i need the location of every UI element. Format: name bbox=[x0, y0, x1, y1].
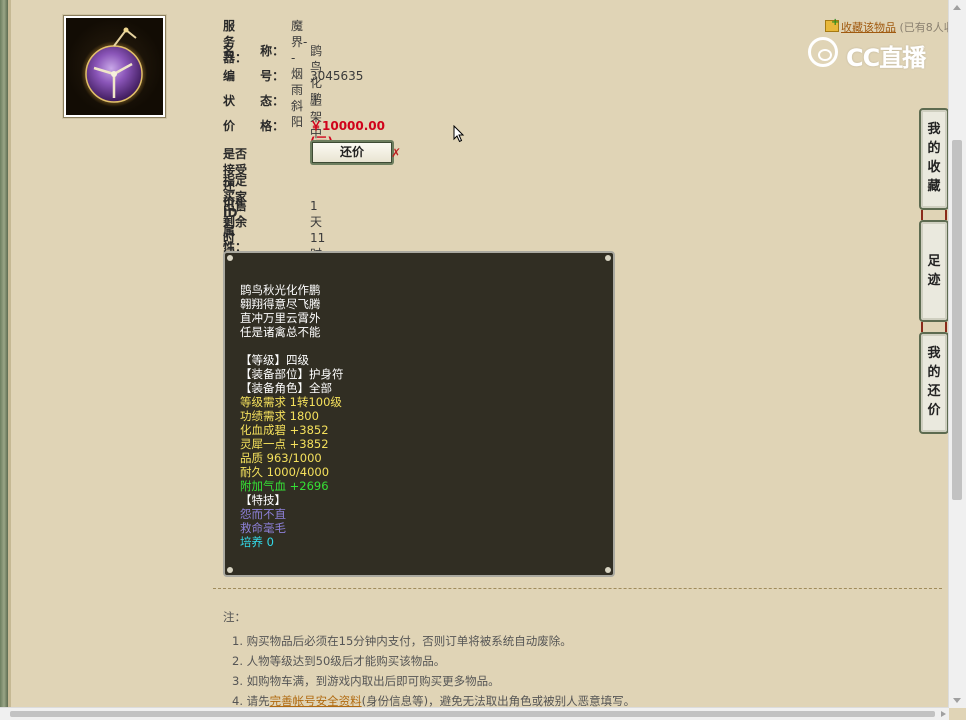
cc-logo-icon bbox=[808, 37, 838, 67]
bargain-button[interactable]: 还价 bbox=[310, 140, 394, 165]
mouse-cursor-icon bbox=[453, 125, 465, 143]
attribute-line: 耐久 1000/4000 bbox=[240, 465, 330, 479]
watermark-text: CC直播 bbox=[846, 44, 926, 72]
attribute-line: 等级需求 1转100级 bbox=[240, 395, 342, 409]
side-tab-label: 足迹 bbox=[927, 254, 941, 288]
attribute-line: 怨而不直 bbox=[240, 507, 286, 521]
attribute-line: 灵犀一点 +3852 bbox=[240, 437, 329, 451]
favorite-area: 收藏该物品 (已有8人收藏 bbox=[825, 17, 966, 35]
item-image-frame bbox=[63, 15, 166, 118]
bargain-close-icon[interactable]: ✗ bbox=[391, 146, 401, 160]
side-tab-my-bargains[interactable]: 我的还价 bbox=[919, 332, 949, 434]
attribute-line: 【装备部位】护身符 bbox=[240, 367, 344, 381]
attribute-line: 【特技】 bbox=[240, 493, 286, 507]
left-decorative-border-inner bbox=[8, 0, 11, 708]
attribute-line bbox=[240, 339, 344, 353]
scroll-down-arrow-icon[interactable] bbox=[953, 698, 961, 703]
left-decorative-border bbox=[0, 0, 8, 708]
attribute-line: 品质 963/1000 bbox=[240, 451, 322, 465]
attribute-line: 任是诸禽总不能 bbox=[240, 325, 321, 339]
attribute-line: 救命毫毛 bbox=[240, 521, 286, 535]
id-value: 3045635 bbox=[310, 69, 364, 83]
panel-corner bbox=[227, 567, 233, 573]
attribute-line: 附加气血 +2696 bbox=[240, 479, 329, 493]
notes-title: 注： bbox=[223, 610, 246, 624]
note-text: (身份信息等)，避免无法取出角色或被别人恶意填写。 bbox=[361, 694, 636, 708]
note-text: 1. 购买物品后必须在15分钟内支付，否则订单将被系统自动废除。 bbox=[232, 634, 572, 648]
attributes-panel: 鹍鸟秋光化作鹏 翱翔得意尽飞腾 直冲万里云霄外 任是诸禽总不能 【等级】四级 【装备部位】… bbox=[223, 251, 615, 577]
attribute-line: 化血成碧 +3852 bbox=[240, 423, 329, 437]
vertical-scrollbar[interactable] bbox=[948, 0, 966, 708]
dashed-divider bbox=[213, 588, 942, 589]
note-text: 4. 请先 bbox=[232, 694, 270, 708]
horizontal-scrollbar[interactable] bbox=[0, 707, 949, 720]
attribute-line: 鹍鸟秋光化作鹏 bbox=[240, 283, 321, 297]
add-to-favorites-link[interactable]: 收藏该物品 bbox=[841, 21, 896, 34]
attribute-line: 【等级】四级 bbox=[240, 353, 309, 367]
attribute-line: 【装备角色】全部 bbox=[240, 381, 332, 395]
panel-corner bbox=[605, 255, 611, 261]
side-tab-connector bbox=[921, 210, 947, 220]
complete-security-info-link[interactable]: 完善帐号安全资料 bbox=[270, 694, 362, 708]
side-tab-my-favorites[interactable]: 我的收藏 bbox=[919, 108, 949, 210]
price-label: 价 格： bbox=[223, 119, 285, 133]
vertical-scroll-thumb[interactable] bbox=[952, 140, 962, 500]
attribute-lines: 鹍鸟秋光化作鹏 翱翔得意尽飞腾 直冲万里云霄外 任是诸禽总不能 【等级】四级 【装备部位】… bbox=[240, 283, 344, 549]
bargain-button-label: 还价 bbox=[312, 142, 392, 163]
notes-section: 注： 1. 购买物品后必须在15分钟内支付，否则订单将被系统自动废除。 2. 人… bbox=[223, 609, 635, 711]
note-item: 2. 人物等级达到50级后才能购买该物品。 bbox=[223, 651, 635, 671]
add-folder-icon bbox=[825, 17, 839, 32]
side-tab-label: 我的收藏 bbox=[927, 122, 941, 194]
item-image bbox=[66, 18, 163, 115]
note-item: 1. 购买物品后必须在15分钟内支付，否则订单将被系统自动废除。 bbox=[223, 631, 635, 651]
note-text: 2. 人物等级达到50级后才能购买该物品。 bbox=[232, 654, 446, 668]
side-tab-label: 我的还价 bbox=[927, 346, 941, 418]
note-text: 3. 如购物车满，到游戏内取出后即可购买更多物品。 bbox=[232, 674, 500, 688]
status-label: 状 态： bbox=[223, 94, 285, 108]
scroll-up-arrow-icon[interactable] bbox=[953, 5, 961, 10]
attribute-line: 功绩需求 1800 bbox=[240, 409, 319, 423]
panel-corner bbox=[605, 567, 611, 573]
name-label: 名 称： bbox=[223, 44, 285, 58]
note-item: 3. 如购物车满，到游戏内取出后即可购买更多物品。 bbox=[223, 671, 635, 691]
id-label: 编 号： bbox=[223, 69, 285, 83]
panel-corner bbox=[227, 255, 233, 261]
scroll-right-arrow-icon[interactable] bbox=[941, 711, 946, 717]
attribute-line: 翱翔得意尽飞腾 bbox=[240, 297, 321, 311]
attribute-line: 培养 0 bbox=[240, 535, 274, 549]
attribute-line: 直冲万里云霄外 bbox=[240, 311, 321, 325]
horizontal-scroll-thumb[interactable] bbox=[10, 711, 935, 717]
cc-live-watermark: CC直播 bbox=[808, 37, 934, 72]
side-tab-footprint[interactable]: 足迹 bbox=[919, 220, 949, 322]
side-tab-connector bbox=[921, 322, 947, 332]
server-value: 魔界-- 烟雨斜阳 bbox=[291, 19, 308, 129]
amulet-icon bbox=[81, 27, 147, 107]
